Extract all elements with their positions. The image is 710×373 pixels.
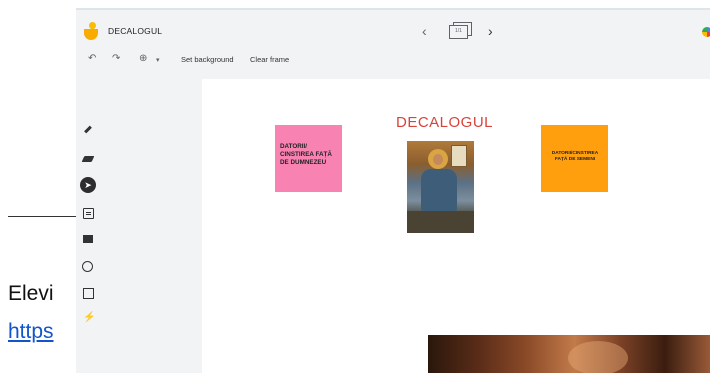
redo-icon[interactable]: ↷ [112,53,120,64]
icon-tablet [451,145,467,167]
image-icon[interactable] [81,232,95,246]
title-bar: DECALOGUL ‹ 1/1 › [76,18,710,46]
photo-highlight [568,341,628,373]
document-title[interactable]: DECALOGUL [108,26,162,36]
set-background-button[interactable]: Set background [181,55,234,64]
circle-icon[interactable] [81,259,95,273]
pen-shape [84,125,92,134]
icon-face [433,154,443,165]
jamboard-logo-icon[interactable] [84,20,100,40]
select-icon[interactable]: ➤ [80,177,96,193]
jamboard-window: DECALOGUL ‹ 1/1 › ↶ ↷ ⊕ ▾ Set background… [76,8,710,373]
sticky-note-right-text: DATORII/CINSTIREA FAȚĂ DE SEMENI [551,151,599,162]
sticky-note-icon[interactable] [81,206,95,220]
icon-rock [407,211,474,233]
zoom-dropdown-caret-icon[interactable]: ▾ [156,56,160,64]
window-top-border [76,8,710,10]
image-shape [83,235,93,243]
frame-counter: 1/1 [455,28,462,34]
canvas-photo-image[interactable] [428,335,710,373]
eraser-shape [81,156,95,162]
account-logo-icon[interactable] [702,27,710,37]
toolbar: ↶ ↷ ⊕ ▾ Set background Clear frame [76,50,710,70]
eraser-icon[interactable] [81,152,95,166]
tool-palette: ➤ ⚡ [76,116,98,336]
sticky-note-left-text: DATORII/ CINSTIREA FAȚĂ DE DUMNEZEU [280,143,332,166]
text-box-icon[interactable] [81,286,95,300]
logo-base-shape [84,29,98,40]
chevron-left-icon[interactable]: ‹ [422,23,427,39]
circle-shape [82,261,93,272]
sticky-note-right[interactable]: DATORII/CINSTIREA FAȚĂ DE SEMENI [541,125,608,192]
pen-icon[interactable] [81,125,95,140]
sticky-shape [83,208,94,219]
slide-background-strip [0,0,710,8]
jam-canvas[interactable]: DECALOGUL DATORII/ CINSTIREA FAȚĂ DE DUM… [202,79,710,373]
textbox-shape [83,288,94,299]
frame-bar-icon[interactable]: 1/1 [449,22,472,39]
undo-icon[interactable]: ↶ [88,53,96,64]
laser-icon[interactable]: ⚡ [81,311,95,325]
zoom-in-icon[interactable]: ⊕ [139,53,147,64]
chevron-right-icon[interactable]: › [488,23,493,39]
slide-link-fragment[interactable]: https [8,320,54,344]
canvas-heading[interactable]: DECALOGUL [396,114,493,131]
moses-icon-image[interactable] [407,141,474,233]
slide-text-fragment: Elevi [8,282,54,305]
clear-frame-button[interactable]: Clear frame [250,55,289,64]
slide-divider-line [8,216,80,217]
icon-robe [421,169,457,211]
sticky-note-left[interactable]: DATORII/ CINSTIREA FAȚĂ DE DUMNEZEU [275,125,342,192]
